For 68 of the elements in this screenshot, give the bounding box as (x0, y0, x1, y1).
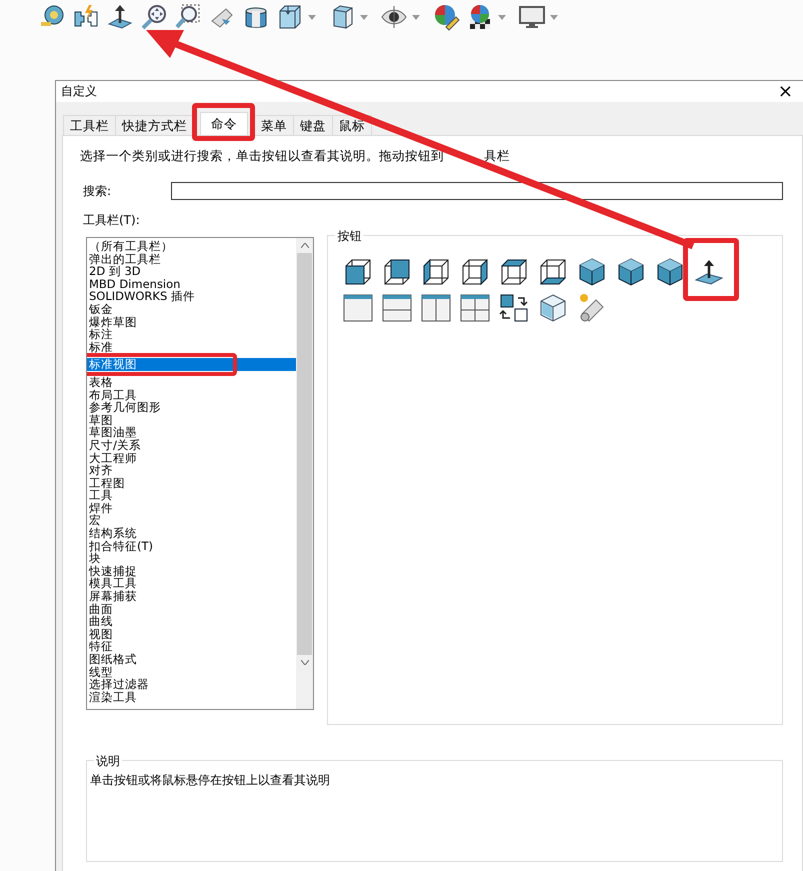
list-item[interactable]: 快速捕捉 (87, 564, 296, 578)
close-button[interactable]: × (768, 82, 803, 100)
single-view-icon[interactable] (342, 292, 374, 324)
list-item[interactable]: 结构系统 (87, 527, 296, 540)
list-item[interactable]: 焊件 (87, 502, 296, 514)
tab[interactable]: 命令 (200, 112, 248, 135)
caret-icon[interactable] (308, 14, 316, 20)
appearance-ball-icon[interactable] (432, 3, 460, 31)
list-item[interactable]: 2D 到 3D (87, 265, 296, 278)
scroll-up-icon[interactable] (300, 243, 309, 248)
list-item[interactable]: 弹出的工具栏 (87, 252, 296, 266)
list-item[interactable]: 特征 (87, 640, 296, 653)
list-item[interactable]: 图纸格式 (87, 653, 296, 666)
scrollbar[interactable] (296, 238, 314, 709)
instruction-text: 具栏 (484, 148, 510, 165)
list-item[interactable]: 钣金 (87, 302, 296, 316)
list-item[interactable]: 视图 (87, 628, 296, 640)
list-label: 工具栏(T): (82, 212, 141, 229)
list-item[interactable]: 标注 (87, 328, 296, 341)
scroll-thumb[interactable] (297, 253, 312, 655)
list-item[interactable]: 标准 (87, 340, 296, 354)
caret-icon[interactable] (412, 14, 420, 20)
search-field[interactable] (171, 182, 783, 200)
list-item[interactable]: MBD Dimension (87, 278, 296, 290)
list-item[interactable]: 标准视图 (87, 358, 296, 371)
group-title: 说明 (94, 753, 122, 770)
list-item[interactable]: 扣合特征(T) (87, 540, 296, 552)
list-item[interactable]: 工程图 (87, 476, 296, 490)
instruction-text: 选择一个类别或进行搜索，单击按钮以查看其说明。拖动按钮到 (80, 148, 444, 165)
list-item[interactable]: 对齐 (87, 464, 296, 477)
list-item[interactable]: 参考几何图形 (87, 401, 296, 414)
search-label: 搜索: (82, 182, 112, 200)
list-item[interactable]: 工具 (87, 489, 296, 502)
tab[interactable]: 工具栏 (63, 115, 116, 135)
list-item[interactable]: 表格 (87, 376, 296, 389)
list-item[interactable]: 曲线 (87, 615, 296, 628)
list-item[interactable]: 线型 (87, 666, 296, 678)
scroll-down-icon[interactable] (300, 660, 309, 665)
zoom-fit-icon[interactable] (140, 3, 168, 31)
eye-icon[interactable] (380, 3, 408, 31)
list-item[interactable]: 大工程师 (87, 452, 296, 464)
list-item[interactable]: （所有工具栏） (87, 240, 296, 253)
list-item[interactable]: 块 (87, 552, 296, 565)
list-item[interactable]: 宏 (87, 514, 296, 528)
list-item[interactable]: SOLIDWORKS 插件 (87, 290, 296, 303)
list-item[interactable]: 尺寸/关系 (87, 438, 296, 452)
list-item[interactable]: 选择过滤器 (87, 678, 296, 691)
group-title: 按钮 (335, 228, 364, 245)
list-item[interactable]: 布局工具 (87, 388, 296, 402)
zoom-area-icon[interactable] (174, 3, 202, 31)
list-item[interactable]: 模具工具 (87, 577, 296, 590)
link-views-icon[interactable] (498, 292, 530, 324)
caret-icon[interactable] (498, 14, 506, 20)
caret-icon[interactable] (550, 14, 558, 20)
two-view-vertical-icon[interactable] (420, 292, 452, 324)
tab[interactable]: 快捷方式栏 (115, 115, 194, 135)
list-item[interactable]: 屏幕捕获 (87, 590, 296, 603)
four-view-icon[interactable] (459, 292, 492, 324)
normal-to-icon[interactable] (106, 3, 134, 31)
list-item[interactable]: 爆炸草图 (87, 316, 296, 328)
monitor-icon[interactable] (518, 3, 546, 31)
list-item[interactable]: 渲染工具 (87, 690, 296, 704)
window-title: 自定义 (61, 83, 97, 100)
two-view-horizontal-icon[interactable] (381, 292, 414, 324)
caret-icon[interactable] (360, 14, 368, 20)
list-item[interactable]: 曲面 (87, 602, 296, 616)
list-item[interactable]: 草图油墨 (87, 426, 296, 439)
list-item[interactable]: 草图 (87, 414, 296, 426)
